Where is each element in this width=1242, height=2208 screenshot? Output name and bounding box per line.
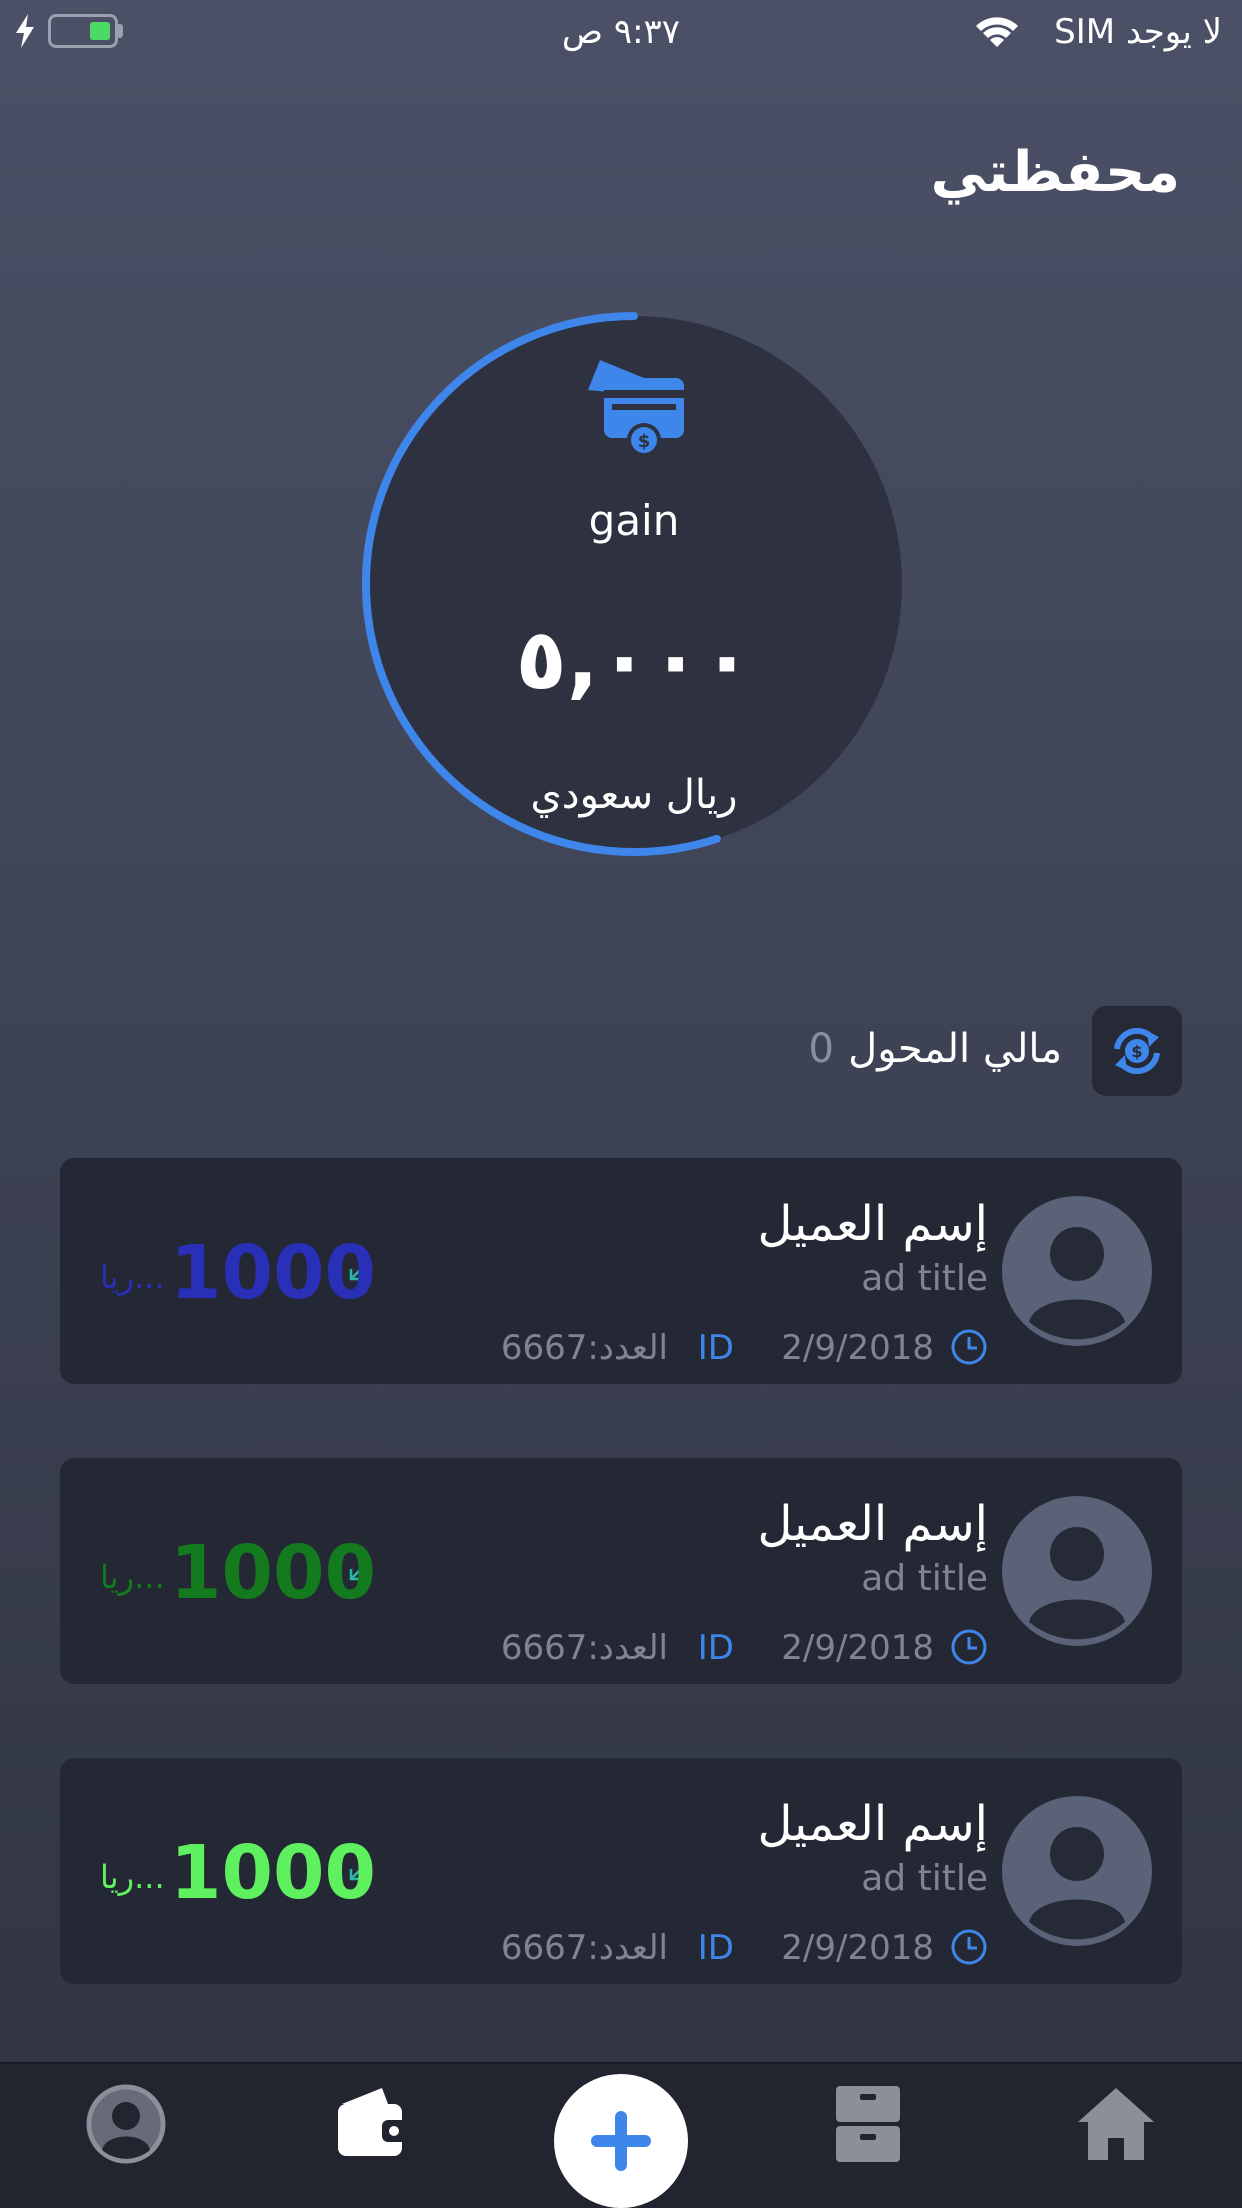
wallet-amount: ٥,٠٠٠ <box>515 610 753 708</box>
wallet-gauge: $ gain ٥,٠٠٠ ريال سعودي <box>360 310 908 858</box>
wallet-currency: ريال سعودي <box>530 772 738 818</box>
wifi-icon <box>976 17 1018 47</box>
clock-icon <box>951 1329 987 1365</box>
transaction-date: 2/9/2018 <box>781 1628 934 1668</box>
transaction-amount: 1000 <box>170 1230 376 1316</box>
ad-title: ad title <box>861 1258 988 1299</box>
amount-unit: ريا... <box>100 1558 165 1596</box>
home-icon[interactable] <box>1074 2082 1158 2166</box>
gauge-label: gain <box>588 496 680 545</box>
archive-icon[interactable] <box>826 2082 910 2166</box>
transaction-date: 2/9/2018 <box>781 1328 934 1368</box>
transferred-money-row: $ مالي المحول 0 <box>582 1006 1182 1096</box>
wallet-icon[interactable] <box>330 2082 414 2166</box>
svg-text:$: $ <box>1131 1042 1142 1061</box>
clock-icon <box>951 1629 987 1665</box>
transaction-amount: 1000 <box>170 1830 376 1916</box>
ad-title: ad title <box>861 1858 988 1899</box>
card-payment-icon: $ <box>588 360 684 457</box>
transaction-date: 2/9/2018 <box>781 1928 934 1968</box>
transaction-card[interactable]: إسم العميل ad title 2/9/2018 ID العدد:66… <box>60 1758 1182 1984</box>
client-name: إسم العميل <box>757 1196 988 1252</box>
add-button[interactable] <box>554 2074 688 2208</box>
transfer-label: مالي المحول <box>848 1026 1062 1072</box>
avatar-icon <box>1002 1496 1152 1646</box>
client-name: إسم العميل <box>757 1796 988 1852</box>
client-name: إسم العميل <box>757 1496 988 1552</box>
transaction-amount: 1000 <box>170 1530 376 1616</box>
avatar-icon <box>1002 1196 1152 1346</box>
transaction-card[interactable]: إسم العميل ad title 2/9/2018 ID العدد:66… <box>60 1158 1182 1384</box>
status-bar: ٩:٣٧ ص لا يوجد SIM <box>0 0 1242 62</box>
amount-unit: ريا... <box>100 1858 165 1896</box>
ad-title: ad title <box>861 1558 988 1599</box>
clock-icon <box>951 1929 987 1965</box>
profile-icon[interactable] <box>84 2082 168 2166</box>
tab-bar <box>0 2062 1242 2208</box>
transaction-card[interactable]: إسم العميل ad title 2/9/2018 ID العدد:66… <box>60 1458 1182 1684</box>
add-icon <box>591 2111 651 2171</box>
transaction-count: العدد:6667 <box>500 1628 668 1668</box>
transfer-value: 0 <box>808 1026 834 1072</box>
transaction-count: العدد:6667 <box>500 1328 668 1368</box>
transfer-button[interactable]: $ <box>1092 1006 1182 1096</box>
amount-unit: ريا... <box>100 1258 165 1296</box>
id-tag: ID <box>697 1928 734 1968</box>
transaction-count: العدد:6667 <box>500 1928 668 1968</box>
carrier-label: لا يوجد SIM <box>1054 12 1222 52</box>
id-tag: ID <box>697 1628 734 1668</box>
currency-exchange-icon: $ <box>1114 1027 1160 1075</box>
id-tag: ID <box>697 1328 734 1368</box>
page-title: محفظتي <box>930 140 1180 205</box>
avatar-icon <box>1002 1796 1152 1946</box>
svg-text:$: $ <box>638 431 651 452</box>
